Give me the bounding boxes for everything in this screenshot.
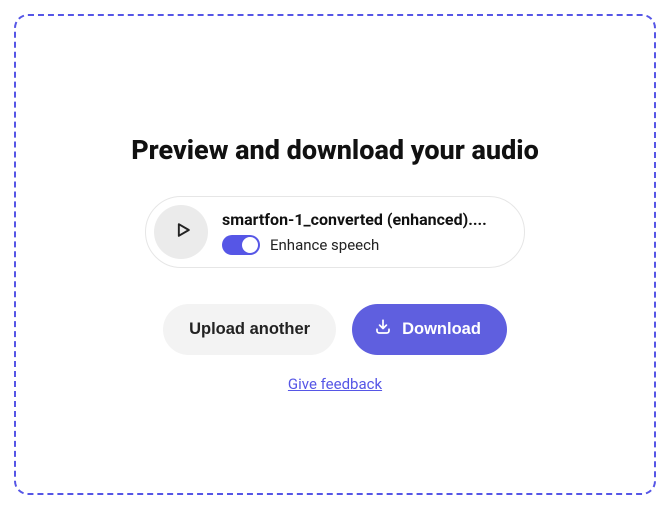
enhance-label: Enhance speech bbox=[270, 236, 379, 254]
enhance-row: Enhance speech bbox=[222, 235, 506, 255]
download-label: Download bbox=[402, 320, 481, 339]
upload-dropzone[interactable]: Preview and download your audio smartfon… bbox=[14, 14, 656, 495]
toggle-knob bbox=[242, 237, 258, 253]
file-meta: smartfon-1_converted (enhanced).... Enha… bbox=[222, 210, 506, 255]
audio-preview-card: smartfon-1_converted (enhanced).... Enha… bbox=[145, 196, 525, 268]
play-icon bbox=[170, 220, 193, 244]
action-buttons: Upload another Download bbox=[163, 304, 507, 355]
download-icon bbox=[374, 318, 392, 341]
enhance-toggle[interactable] bbox=[222, 235, 260, 255]
upload-another-label: Upload another bbox=[189, 320, 310, 339]
upload-another-button[interactable]: Upload another bbox=[163, 304, 336, 355]
download-button[interactable]: Download bbox=[352, 304, 507, 355]
give-feedback-link[interactable]: Give feedback bbox=[288, 375, 382, 393]
file-name: smartfon-1_converted (enhanced).... bbox=[222, 210, 506, 229]
play-button[interactable] bbox=[154, 205, 208, 259]
page-title: Preview and download your audio bbox=[131, 134, 539, 166]
